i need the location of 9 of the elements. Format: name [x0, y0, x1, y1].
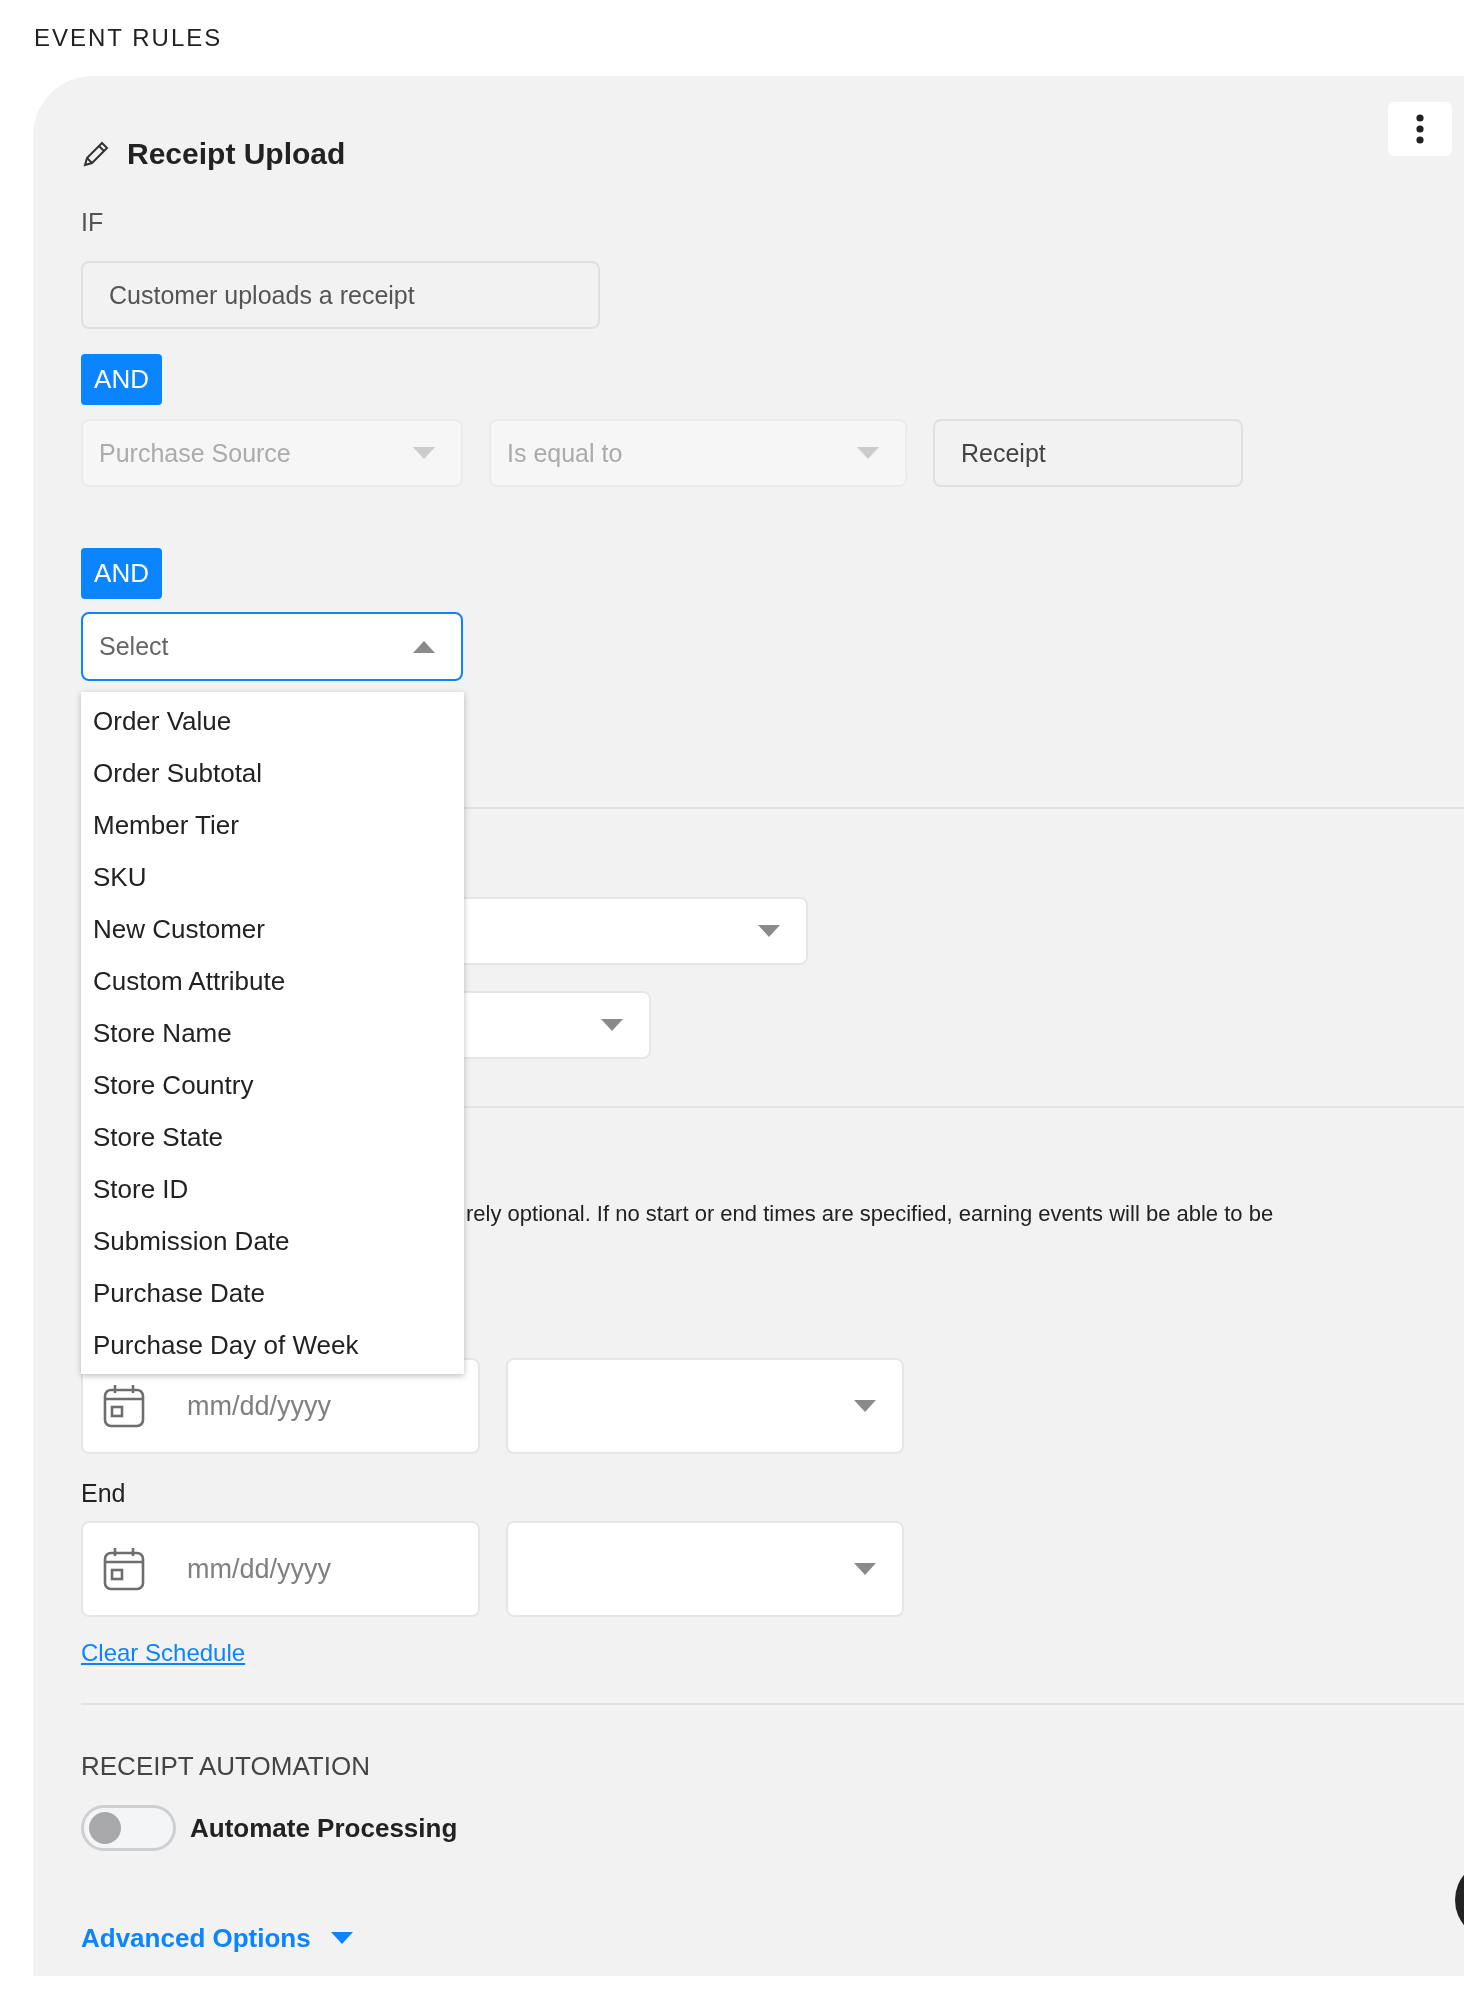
section-heading: RECEIPT AUTOMATION: [81, 1751, 370, 1781]
schedule-description: rely optional. If no start or end times are specified, earning events will be able to be: [466, 1200, 1274, 1228]
section-heading: EVENT RULES: [34, 24, 223, 52]
and-badge: AND: [81, 354, 162, 405]
rule-title: Receipt Upload: [127, 136, 346, 172]
and-badge: AND: [81, 548, 162, 599]
end-label: End: [81, 1478, 126, 1508]
toggle-label: Automate Processing: [190, 1812, 458, 1844]
if-label: IF: [81, 207, 104, 237]
